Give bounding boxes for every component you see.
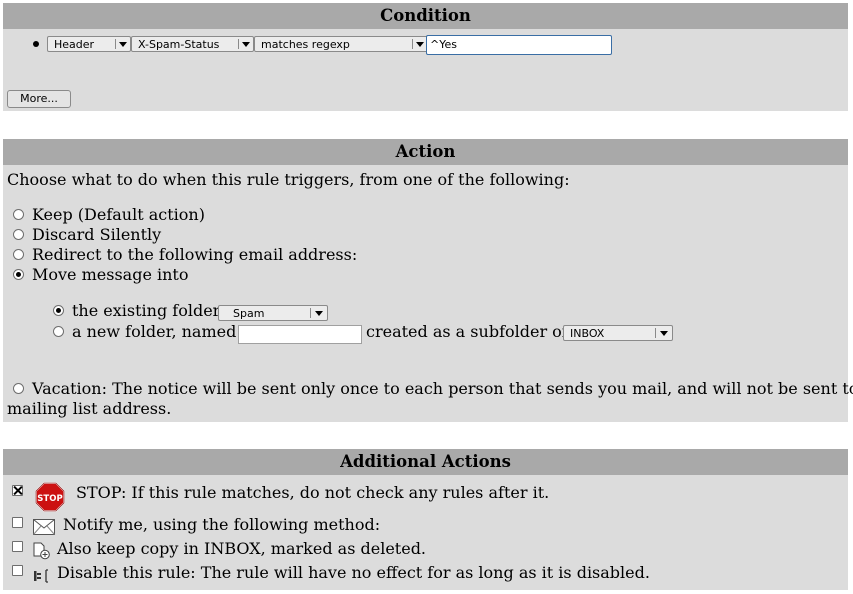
vacation-radio[interactable] xyxy=(13,383,24,394)
match-type-value: matches regexp xyxy=(261,38,350,51)
notify-checkbox[interactable] xyxy=(12,517,23,528)
chevron-down-icon xyxy=(416,42,424,47)
parent-folder-select[interactable]: INBOX xyxy=(563,325,673,341)
new-folder-radio[interactable] xyxy=(53,326,64,337)
action-intro: Choose what to do when this rule trigger… xyxy=(7,170,570,189)
chevron-down-icon xyxy=(660,331,668,336)
condition-value-text: ^Yes xyxy=(430,38,457,51)
move-label: Move message into xyxy=(32,265,189,284)
stop-sign-icon: STOP xyxy=(35,482,65,512)
header-name-select[interactable]: X-Spam-Status xyxy=(131,36,254,52)
subfolder-label: created as a subfolder of xyxy=(366,322,568,341)
stop-label: STOP: If this rule matches, do not check… xyxy=(76,483,550,502)
new-folder-label: a new folder, named xyxy=(72,322,237,341)
redirect-label: Redirect to the following email address: xyxy=(32,245,358,264)
condition-section: Condition Header X-Spam-Status matches r… xyxy=(3,3,848,111)
chevron-down-icon xyxy=(119,42,127,47)
field-type-select[interactable]: Header xyxy=(47,36,131,52)
discard-radio[interactable] xyxy=(13,229,24,240)
chevron-down-icon xyxy=(242,42,250,47)
action-section: Action Choose what to do when this rule … xyxy=(3,139,853,422)
new-folder-input[interactable] xyxy=(238,325,362,344)
condition-value-input[interactable]: ^Yes xyxy=(426,35,612,55)
parent-folder-value: INBOX xyxy=(570,327,605,340)
keep-copy-label: Also keep copy in INBOX, marked as delet… xyxy=(57,539,427,558)
vacation-label-cont: mailing list address. xyxy=(7,399,172,418)
action-header: Action xyxy=(3,139,848,165)
condition-header: Condition xyxy=(3,3,848,29)
notify-label: Notify me, using the following method: xyxy=(63,515,381,534)
disable-label: Disable this rule: The rule will have no… xyxy=(57,563,650,582)
keep-radio[interactable] xyxy=(13,209,24,220)
disable-checkbox[interactable] xyxy=(12,565,23,576)
stop-checkbox[interactable] xyxy=(12,485,23,496)
existing-folder-select[interactable]: Spam xyxy=(218,305,328,321)
chevron-down-icon xyxy=(315,311,323,316)
more-button[interactable]: More... xyxy=(7,90,71,108)
additional-actions-section: Additional Actions STOP STOP: If this ru… xyxy=(3,449,848,590)
existing-folder-value: Spam xyxy=(233,307,265,320)
bullet xyxy=(33,41,39,47)
move-radio[interactable] xyxy=(13,269,24,280)
keep-label: Keep (Default action) xyxy=(32,205,205,224)
redirect-radio[interactable] xyxy=(13,249,24,260)
copy-page-icon xyxy=(33,542,51,560)
existing-folder-radio[interactable] xyxy=(53,305,64,316)
discard-label: Discard Silently xyxy=(32,225,162,244)
existing-folder-label: the existing folder xyxy=(72,301,221,320)
keep-copy-checkbox[interactable] xyxy=(12,541,23,552)
disable-rule-icon xyxy=(33,568,53,584)
vacation-label: Vacation: The notice will be sent only o… xyxy=(32,379,853,398)
match-type-select[interactable]: matches regexp xyxy=(254,36,428,52)
field-type-value: Header xyxy=(54,38,95,51)
svg-text:STOP: STOP xyxy=(37,494,62,504)
header-name-value: X-Spam-Status xyxy=(138,38,220,51)
additional-actions-header: Additional Actions xyxy=(3,449,848,475)
envelope-icon xyxy=(33,519,55,535)
